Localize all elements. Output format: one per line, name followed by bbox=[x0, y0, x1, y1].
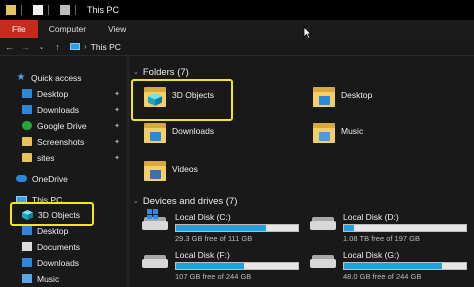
folder-label: Videos bbox=[172, 164, 198, 174]
sidebar-item-label: Downloads bbox=[37, 257, 80, 268]
capacity-bar bbox=[343, 224, 467, 232]
tab-computer[interactable]: Computer bbox=[38, 20, 97, 38]
folder-icon bbox=[144, 161, 166, 181]
capacity-bar bbox=[343, 262, 467, 270]
navigation-pane: ★ Quick access Desktop ✦ Downloads ✦ Goo… bbox=[0, 57, 126, 287]
sidebar-item-label: Documents bbox=[37, 241, 80, 252]
sidebar-item-label: Desktop bbox=[37, 225, 69, 236]
folder-music[interactable]: Music bbox=[313, 123, 363, 143]
folder-label: Downloads bbox=[172, 126, 215, 136]
pin-icon: ✦ bbox=[114, 122, 120, 130]
sidebar-item-label: Google Drive bbox=[37, 120, 87, 131]
divider bbox=[75, 5, 76, 15]
drive-c[interactable]: Local Disk (C:) 29.3 GB free of 111 GB bbox=[142, 209, 299, 243]
content-pane: ⌄ Folders (7) 3D Objects Desktop Downloa… bbox=[130, 57, 474, 287]
folder-icon bbox=[22, 137, 32, 146]
drive-icon bbox=[142, 250, 168, 270]
folder-icon bbox=[313, 87, 335, 107]
new-folder-icon[interactable] bbox=[60, 5, 70, 15]
divider bbox=[48, 5, 49, 15]
folder-videos[interactable]: Videos bbox=[144, 161, 198, 181]
sidebar-item-label: Desktop bbox=[37, 88, 69, 99]
chevron-right-icon[interactable]: › bbox=[84, 42, 87, 51]
highlight-box bbox=[10, 202, 94, 226]
window-title: This PC bbox=[87, 5, 120, 15]
cloud-icon bbox=[16, 175, 27, 182]
sidebar-item-label: OneDrive bbox=[32, 173, 68, 184]
properties-icon[interactable] bbox=[33, 5, 43, 15]
free-space: 29.3 GB free of 111 GB bbox=[175, 234, 253, 243]
drive-icon bbox=[142, 209, 168, 232]
folder-icon[interactable] bbox=[6, 5, 16, 15]
chevron-down-icon[interactable]: ⌄ bbox=[133, 197, 139, 205]
music-icon bbox=[22, 274, 32, 283]
drive-g[interactable]: Local Disk (G:) 48.0 GB free of 244 GB bbox=[310, 250, 467, 281]
sidebar-item-label: Screenshots bbox=[37, 136, 85, 147]
desktop-icon bbox=[22, 226, 32, 235]
divider bbox=[21, 5, 22, 15]
chevron-down-icon[interactable]: ⌄ bbox=[35, 43, 48, 51]
folders-section-header[interactable]: ⌄ Folders (7) bbox=[130, 65, 189, 79]
pin-icon: ✦ bbox=[114, 154, 120, 162]
free-space: 1.08 TB free of 197 GB bbox=[343, 234, 420, 243]
pin-icon: ✦ bbox=[114, 138, 120, 146]
google-drive-icon bbox=[22, 121, 32, 130]
sidebar-item-label: sites bbox=[37, 152, 55, 163]
downloads-icon bbox=[22, 105, 32, 114]
sidebar-item-onedrive[interactable]: OneDrive bbox=[16, 171, 142, 186]
folder-label: Music bbox=[341, 126, 364, 136]
sidebar-item-label: Downloads bbox=[37, 104, 80, 115]
drive-name: Local Disk (F:) bbox=[175, 250, 230, 260]
capacity-bar bbox=[175, 262, 299, 270]
highlight-box bbox=[131, 79, 233, 121]
drive-name: Local Disk (D:) bbox=[343, 212, 399, 222]
folder-icon bbox=[313, 123, 335, 143]
folder-icon bbox=[144, 123, 166, 143]
documents-icon bbox=[22, 242, 32, 251]
downloads-icon bbox=[22, 258, 32, 267]
up-icon[interactable]: ↑ bbox=[51, 42, 64, 52]
chevron-down-icon[interactable]: ⌄ bbox=[133, 68, 139, 76]
drives-section-header[interactable]: ⌄ Devices and drives (7) bbox=[130, 194, 237, 208]
forward-icon[interactable]: → bbox=[19, 42, 32, 52]
pin-icon: ✦ bbox=[114, 90, 120, 98]
tab-file[interactable]: File bbox=[0, 20, 38, 38]
tab-view[interactable]: View bbox=[97, 20, 137, 38]
title-bar: This PC bbox=[0, 0, 474, 20]
folder-icon bbox=[22, 153, 32, 162]
star-icon: ★ bbox=[16, 72, 26, 83]
pin-icon: ✦ bbox=[114, 106, 120, 114]
capacity-bar bbox=[175, 224, 299, 232]
windows-logo-icon bbox=[147, 209, 158, 219]
address-bar: ← → ⌄ ↑ › This PC bbox=[0, 38, 474, 56]
folder-desktop[interactable]: Desktop bbox=[313, 87, 372, 107]
breadcrumb[interactable]: This PC bbox=[91, 42, 121, 52]
sidebar-item-label: Quick access bbox=[31, 72, 82, 83]
sidebar-item-quick-access[interactable]: ★ Quick access bbox=[16, 70, 142, 85]
free-space: 48.0 GB free of 244 GB bbox=[343, 272, 422, 281]
drive-d[interactable]: Local Disk (D:) 1.08 TB free of 197 GB bbox=[310, 212, 467, 243]
computer-icon bbox=[70, 43, 80, 50]
drive-name: Local Disk (C:) bbox=[175, 212, 231, 222]
section-title: Folders (7) bbox=[142, 66, 189, 78]
drive-icon bbox=[310, 250, 336, 270]
folder-label: Desktop bbox=[341, 90, 373, 100]
drive-name: Local Disk (G:) bbox=[343, 250, 400, 260]
drive-f[interactable]: Local Disk (F:) 107 GB free of 244 GB bbox=[142, 250, 299, 281]
back-icon[interactable]: ← bbox=[3, 42, 16, 52]
sidebar-item-label: Music bbox=[37, 273, 60, 284]
folder-downloads[interactable]: Downloads bbox=[144, 123, 214, 143]
desktop-icon bbox=[22, 89, 32, 98]
free-space: 107 GB free of 244 GB bbox=[175, 272, 252, 281]
drive-icon bbox=[310, 212, 336, 232]
ribbon-tabs: File Computer View bbox=[0, 20, 474, 38]
section-title: Devices and drives (7) bbox=[142, 195, 238, 207]
